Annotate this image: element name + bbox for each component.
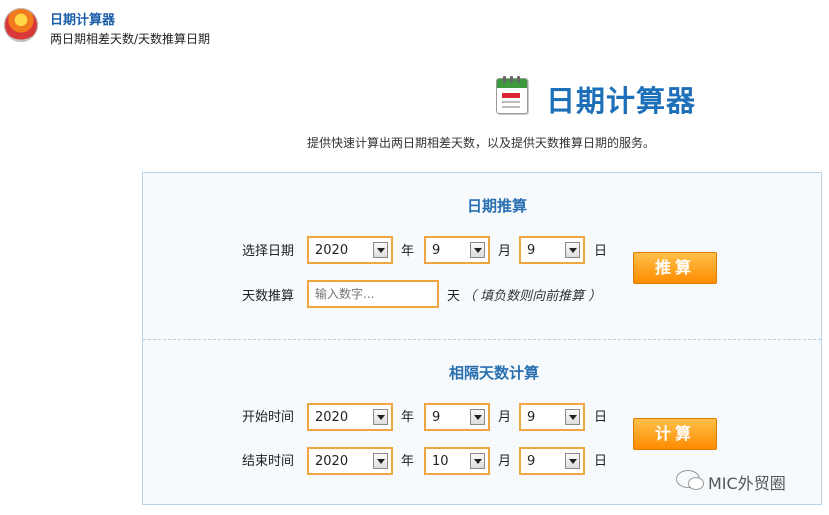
projection-year-value: 2020 <box>315 243 349 258</box>
start-year-value: 2020 <box>315 410 349 425</box>
chevron-down-icon[interactable] <box>565 453 580 469</box>
days-input[interactable] <box>307 280 439 308</box>
end-time-label: 结束时间 <box>242 454 295 469</box>
year-unit: 年 <box>401 454 415 469</box>
chevron-down-icon[interactable] <box>470 409 485 425</box>
days-hint: （ 填负数则向前推算 ） <box>463 289 602 304</box>
end-year-value: 2020 <box>315 454 349 469</box>
chevron-down-icon[interactable] <box>565 242 580 258</box>
year-unit: 年 <box>401 410 415 425</box>
chevron-down-icon[interactable] <box>470 453 485 469</box>
month-unit: 月 <box>498 454 512 469</box>
projection-year-select[interactable]: 2020 <box>307 236 393 264</box>
projection-day-value: 9 <box>527 243 536 258</box>
page-description: 提供快速计算出两日期相差天数，以及提供天数推算日期的服务。 <box>307 136 656 150</box>
section-divider <box>143 339 821 340</box>
year-unit: 年 <box>401 244 415 259</box>
start-day-select[interactable]: 9 <box>519 403 585 431</box>
projection-month-select[interactable]: 9 <box>424 236 490 264</box>
start-year-select[interactable]: 2020 <box>307 403 393 431</box>
chevron-down-icon[interactable] <box>373 242 388 258</box>
date-projection-title: 日期推算 <box>467 197 528 215</box>
day-unit: 日 <box>594 410 608 425</box>
page-title: 日期计算器 <box>546 84 697 118</box>
day-unit: 日 <box>594 454 608 469</box>
chevron-down-icon[interactable] <box>373 409 388 425</box>
start-month-value: 9 <box>432 410 441 425</box>
chevron-down-icon[interactable] <box>373 453 388 469</box>
app-logo-icon <box>4 8 38 42</box>
select-date-label: 选择日期 <box>242 244 295 259</box>
wechat-icon <box>676 470 704 490</box>
calculate-button[interactable]: 计算 <box>633 418 717 450</box>
app-header: 日期计算器 两日期相差天数/天数推算日期 <box>0 0 829 58</box>
interval-title: 相隔天数计算 <box>449 364 540 382</box>
day-unit: 日 <box>594 244 608 259</box>
start-day-value: 9 <box>527 410 536 425</box>
app-title: 日期计算器 <box>50 13 116 28</box>
app-subtitle: 两日期相差天数/天数推算日期 <box>50 32 211 46</box>
end-month-value: 10 <box>432 454 449 469</box>
projection-month-value: 9 <box>432 243 441 258</box>
end-day-select[interactable]: 9 <box>519 447 585 475</box>
month-unit: 月 <box>498 410 512 425</box>
days-unit: 天 <box>447 289 461 304</box>
projection-day-select[interactable]: 9 <box>519 236 585 264</box>
end-day-value: 9 <box>527 454 536 469</box>
calculator-panel: 日期推算 选择日期 2020 年 9 月 9 日 天数推算 天 （ 填负数则向前… <box>142 172 822 505</box>
start-time-label: 开始时间 <box>242 410 295 425</box>
chevron-down-icon[interactable] <box>470 242 485 258</box>
days-label: 天数推算 <box>242 289 295 304</box>
start-month-select[interactable]: 9 <box>424 403 490 431</box>
chevron-down-icon[interactable] <box>565 409 580 425</box>
calendar-icon <box>496 76 528 114</box>
watermark-text: MIC外贸圈 <box>708 474 786 493</box>
project-button[interactable]: 推算 <box>633 252 717 284</box>
month-unit: 月 <box>498 244 512 259</box>
end-year-select[interactable]: 2020 <box>307 447 393 475</box>
end-month-select[interactable]: 10 <box>424 447 490 475</box>
